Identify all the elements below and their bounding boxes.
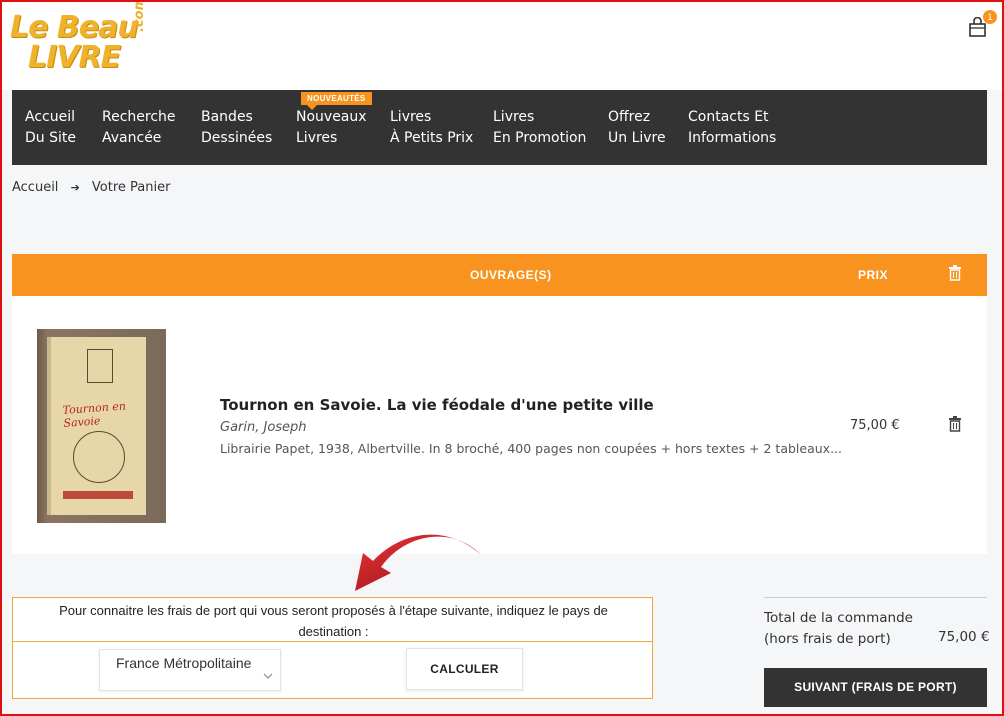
nav-label-line1: Accueil <box>25 109 75 125</box>
summary-divider <box>764 597 987 598</box>
book-cover: Tournon en Savoie <box>51 337 146 515</box>
order-total-value: 75,00 € <box>938 629 990 645</box>
chevron-down-icon <box>263 673 273 679</box>
remove-item-trash-icon[interactable] <box>948 416 962 432</box>
nav-label-line2: Un Livre <box>608 130 666 146</box>
site-logo[interactable]: Le Beau LIVRE .com <box>10 0 155 80</box>
breadcrumb-current: Votre Panier <box>91 180 171 195</box>
site-header: Le Beau LIVRE .com 1 <box>0 0 1004 90</box>
breadcrumb: Accueil ➔ Votre Panier <box>12 180 170 195</box>
item-author: Garin, Joseph <box>220 420 307 435</box>
book-cover-emblem <box>73 431 125 483</box>
column-works-header: OUVRAGE(S) <box>470 268 552 282</box>
book-cover-title-art: Tournon en Savoie <box>62 399 127 430</box>
nav-label-line1: Livres <box>390 109 432 125</box>
book-cover-ornament <box>87 349 113 383</box>
nav-label-line2: Du Site <box>25 130 76 146</box>
nav-item-home[interactable]: Accueil Du Site <box>25 107 76 149</box>
nav-item-contacts[interactable]: Contacts Et Informations <box>688 107 776 149</box>
country-select-value: France Métropolitaine <box>116 655 252 671</box>
order-total-label-line2: (hors frais de port) <box>764 631 891 647</box>
calculate-button[interactable]: CALCULER <box>406 648 523 690</box>
book-cover-image[interactable]: Tournon en Savoie <box>37 329 166 523</box>
new-badge: NOUVEAUTÉS <box>301 92 372 110</box>
shipping-prompt: Pour connaitre les frais de port qui vou… <box>59 603 608 639</box>
nav-item-advanced-search[interactable]: Recherche Avancée <box>102 107 176 149</box>
item-price: 75,00 € <box>850 418 900 433</box>
nav-label-line1: Recherche <box>102 109 176 125</box>
nav-label-line2: En Promotion <box>493 130 587 146</box>
shipping-estimator: Pour connaitre les frais de port qui vou… <box>12 597 653 699</box>
nav-label-line2: Avancée <box>102 130 162 146</box>
trash-icon <box>949 265 961 281</box>
cart-table-header: OUVRAGE(S) PRIX <box>12 254 987 296</box>
logo-suffix: .com <box>132 0 147 32</box>
nav-label-line2: À Petits Prix <box>390 130 474 146</box>
cart-count-badge: 1 <box>983 10 997 24</box>
nav-label-line2: Dessinées <box>201 130 273 146</box>
nav-label-line1: Nouveaux <box>296 109 367 125</box>
nav-label-line2: Informations <box>688 130 777 146</box>
nav-item-new-books[interactable]: Nouveaux Livres <box>296 107 367 149</box>
nav-item-comics[interactable]: Bandes Dessinées <box>201 107 272 149</box>
next-shipping-button[interactable]: SUIVANT (FRAIS DE PORT) <box>764 668 987 707</box>
breadcrumb-home-link[interactable]: Accueil <box>12 180 58 195</box>
cart-item-row: Tournon en Savoie Tournon en Savoie. La … <box>12 296 987 554</box>
item-title-link[interactable]: Tournon en Savoie. La vie féodale d'une … <box>220 396 654 414</box>
nav-item-promo-books[interactable]: Livres En Promotion <box>493 107 586 149</box>
annotation-arrow-icon <box>355 534 481 591</box>
order-total-label: Total de la commande (hors frais de port… <box>764 608 913 650</box>
breadcrumb-arrow-icon: ➔ <box>70 181 80 194</box>
logo-line2: LIVRE <box>28 40 121 75</box>
cart-button[interactable]: 1 <box>967 10 997 42</box>
item-description: Librairie Papet, 1938, Albertville. In 8… <box>220 441 842 456</box>
column-price-header: PRIX <box>858 268 889 282</box>
nav-label-line1: Bandes <box>201 109 253 125</box>
order-total-label-line1: Total de la commande <box>764 610 913 626</box>
nav-label-line1: Livres <box>493 109 535 125</box>
nav-item-cheap-books[interactable]: Livres À Petits Prix <box>390 107 473 149</box>
country-select[interactable]: France Métropolitaine <box>99 649 281 691</box>
main-nav: NOUVEAUTÉS Accueil Du Site Recherche Ava… <box>12 90 987 165</box>
nav-label-line2: Livres <box>296 130 338 146</box>
shipping-divider <box>13 641 652 642</box>
book-cover-band <box>63 491 133 499</box>
nav-label-line1: Offrez <box>608 109 651 125</box>
nav-label-line1: Contacts Et <box>688 109 769 125</box>
nav-item-gift-book[interactable]: Offrez Un Livre <box>608 107 666 149</box>
